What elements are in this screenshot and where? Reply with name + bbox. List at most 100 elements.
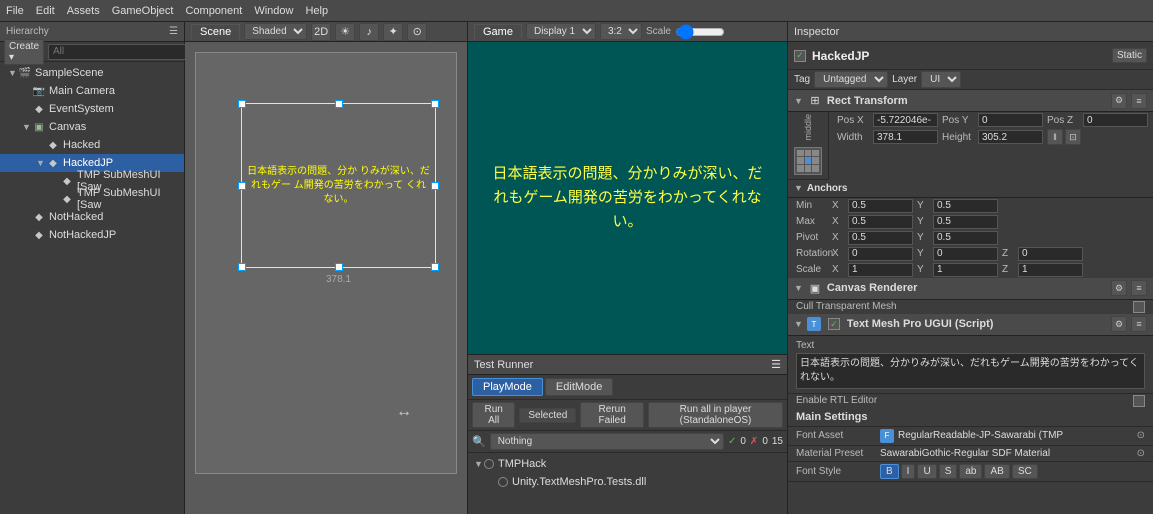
component-settings-icon[interactable]: ⚙ xyxy=(1111,93,1127,109)
text-content-box[interactable]: 日本語表示の問題、分かりみが深い、だれもゲーム開発の苦労をわかってくれない。 xyxy=(796,353,1145,389)
cull-checkbox[interactable] xyxy=(1133,301,1145,313)
game-view[interactable]: 日本語表示の問題、分かりみが深い、だれもゲーム開発の苦労をわかってくれない。 xyxy=(468,42,787,354)
max-y-input[interactable] xyxy=(933,215,998,229)
tmp-menu-icon[interactable]: ≡ xyxy=(1131,316,1147,332)
handle-br[interactable] xyxy=(431,263,439,271)
posz-input[interactable] xyxy=(1083,113,1148,127)
menu-assets[interactable]: Assets xyxy=(67,5,100,17)
min-y-input[interactable] xyxy=(933,199,998,213)
style-smallcaps-btn[interactable]: SC xyxy=(1012,464,1038,479)
rtl-checkbox[interactable] xyxy=(1133,395,1145,407)
menu-gameobject[interactable]: GameObject xyxy=(112,5,174,17)
rot-y-input[interactable] xyxy=(933,247,998,261)
tmp-active-checkbox[interactable] xyxy=(828,318,840,330)
scale-slider[interactable] xyxy=(675,24,725,40)
rot-x-input[interactable] xyxy=(848,247,913,261)
test-item-label: Unity.TextMeshPro.Tests.dll xyxy=(512,476,646,488)
tree-item-canvas[interactable]: ▼ ▣ Canvas xyxy=(0,118,184,136)
active-checkbox[interactable] xyxy=(794,50,806,62)
game-toolbar: Game Display 1 3:2 Scale xyxy=(468,22,787,42)
2d-button[interactable]: 2D xyxy=(311,23,331,41)
posy-input[interactable] xyxy=(978,113,1043,127)
font-asset-picker[interactable]: ⊙ xyxy=(1137,430,1145,441)
handle-bl[interactable] xyxy=(238,263,246,271)
tmp-header[interactable]: ▼ T Text Mesh Pro UGUI (Script) ⚙ ≡ xyxy=(788,314,1153,336)
create-dropdown[interactable]: Create ▾ xyxy=(4,39,44,65)
canvas-menu-icon[interactable]: ≡ xyxy=(1131,280,1147,296)
style-bold-btn[interactable]: B xyxy=(880,464,899,479)
menu-bar: File Edit Assets GameObject Component Wi… xyxy=(0,0,1153,22)
pivot-x-input[interactable] xyxy=(848,231,913,245)
lighting-icon[interactable]: ☀ xyxy=(335,23,355,41)
handle-tm[interactable] xyxy=(335,100,343,108)
run-all-button[interactable]: Run All xyxy=(472,402,515,428)
max-x-input[interactable] xyxy=(848,215,913,229)
test-runner-menu[interactable]: ☰ xyxy=(771,358,781,371)
pivot-y-input[interactable] xyxy=(933,231,998,245)
width-input[interactable] xyxy=(873,130,938,144)
hierarchy-search[interactable] xyxy=(48,44,190,60)
test-item-dll[interactable]: Unity.TextMeshPro.Tests.dll xyxy=(468,473,787,491)
menu-file[interactable]: File xyxy=(6,5,24,17)
display-dropdown[interactable]: Display 1 xyxy=(526,23,596,40)
handle-mr[interactable] xyxy=(431,182,439,190)
canvas-settings-icon[interactable]: ⚙ xyxy=(1111,280,1127,296)
inspector-panel: Inspector HackedJP Static Tag Untagged L… xyxy=(788,22,1153,514)
style-strikethrough-btn[interactable]: S xyxy=(939,464,958,479)
rot-z-input[interactable] xyxy=(1018,247,1083,261)
style-underline-btn[interactable]: U xyxy=(917,464,936,479)
aspect-dropdown[interactable]: 3:2 xyxy=(600,23,642,40)
static-badge[interactable]: Static xyxy=(1112,48,1147,63)
component-menu-icon[interactable]: ≡ xyxy=(1131,93,1147,109)
style-lowercase-btn[interactable]: ab xyxy=(959,464,982,479)
scene-tab[interactable]: Scene xyxy=(191,24,240,39)
posx-input[interactable] xyxy=(873,113,938,127)
size-btn-1[interactable]: ‖ xyxy=(1047,129,1063,145)
handle-ml[interactable] xyxy=(238,182,246,190)
run-selected-button[interactable]: Selected xyxy=(519,408,576,423)
hierarchy-menu-icon[interactable]: ☰ xyxy=(169,26,178,37)
game-tab[interactable]: Game xyxy=(474,24,522,39)
run-all-player-button[interactable]: Run all in player (StandaloneOS) xyxy=(648,402,783,428)
handle-tl[interactable] xyxy=(238,100,246,108)
handle-bm[interactable] xyxy=(335,263,343,271)
anchors-header[interactable]: ▼ Anchors xyxy=(788,180,1153,198)
menu-component[interactable]: Component xyxy=(185,5,242,17)
style-italic-btn[interactable]: I xyxy=(901,464,916,479)
size-btn-2[interactable]: ⊡ xyxy=(1065,129,1081,145)
scene-view[interactable]: 日本語表示の問題、分か りみが深い、だれもゲー ム開発の苦労をわかって くれない… xyxy=(185,42,467,514)
material-picker[interactable]: ⊙ xyxy=(1137,448,1145,459)
tree-item-not-hackedjp[interactable]: ◆ NotHackedJP xyxy=(0,226,184,244)
layer-dropdown[interactable]: UI xyxy=(921,71,961,88)
tree-item-sample-scene[interactable]: ▼ 🎬 SampleScene xyxy=(0,64,184,82)
menu-window[interactable]: Window xyxy=(254,5,293,17)
height-input[interactable] xyxy=(978,130,1043,144)
tree-item-tmp-sub-2[interactable]: ◆ TMP SubMeshUI [Saw xyxy=(0,190,184,208)
audio-icon[interactable]: ♪ xyxy=(359,23,379,41)
test-item-tmphack[interactable]: ▼ TMPHack xyxy=(468,455,787,473)
scale-x-input[interactable] xyxy=(848,263,913,277)
tag-dropdown[interactable]: Untagged xyxy=(814,71,888,88)
tmp-settings-icon[interactable]: ⚙ xyxy=(1111,316,1127,332)
menu-edit[interactable]: Edit xyxy=(36,5,55,17)
rerun-failed-button[interactable]: Rerun Failed xyxy=(580,402,644,428)
anchor-widget[interactable] xyxy=(794,147,822,175)
shading-dropdown[interactable]: Shaded xyxy=(244,23,307,40)
gizmos-icon[interactable]: ⊙ xyxy=(407,23,427,41)
menu-help[interactable]: Help xyxy=(305,5,328,17)
tree-item-main-camera[interactable]: 📷 Main Camera xyxy=(0,82,184,100)
editmode-button[interactable]: EditMode xyxy=(545,378,613,396)
effects-icon[interactable]: ✦ xyxy=(383,23,403,41)
handle-tr[interactable] xyxy=(431,100,439,108)
scale-z-input[interactable] xyxy=(1018,263,1083,277)
rect-transform-header[interactable]: ▼ ⊞ Rect Transform ⚙ ≡ xyxy=(788,90,1153,112)
tree-item-hacked[interactable]: ◆ Hacked xyxy=(0,136,184,154)
scene-text-box[interactable]: 日本語表示の問題、分か りみが深い、だれもゲー ム開発の苦労をわかって くれない… xyxy=(241,103,436,268)
min-x-input[interactable] xyxy=(848,199,913,213)
tree-item-event-system[interactable]: ◆ EventSystem xyxy=(0,100,184,118)
canvas-renderer-header[interactable]: ▼ ▣ Canvas Renderer ⚙ ≡ xyxy=(788,278,1153,300)
playmode-button[interactable]: PlayMode xyxy=(472,378,543,396)
scale-y-input[interactable] xyxy=(933,263,998,277)
style-uppercase-btn[interactable]: AB xyxy=(984,464,1009,479)
filter-dropdown[interactable]: Nothing xyxy=(490,433,724,450)
